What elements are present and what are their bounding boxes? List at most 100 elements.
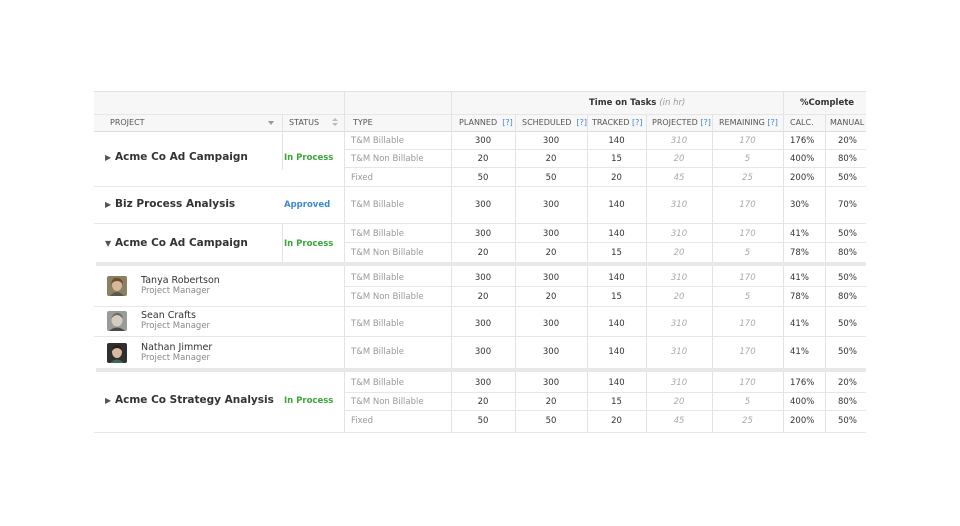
cell-scheduled: 50 bbox=[545, 416, 557, 426]
scheduled-help-link[interactable]: [?] bbox=[577, 118, 588, 127]
column-header-scheduled[interactable]: SCHEDULED [?] bbox=[522, 118, 587, 128]
column-header-calc[interactable]: CALC. bbox=[790, 118, 814, 128]
cell-manual: 80% bbox=[838, 248, 857, 258]
cell-projected: 310 bbox=[670, 378, 688, 388]
caret-right-icon[interactable]: ▶ bbox=[105, 394, 115, 408]
person-role: Project Manager bbox=[141, 353, 211, 363]
person-role: Project Manager bbox=[141, 286, 211, 296]
cell-projected: 20 bbox=[673, 248, 685, 258]
cell-remaining: 5 bbox=[744, 397, 751, 407]
percent-complete-header: %Complete bbox=[800, 98, 855, 108]
cell-type: T&M Billable bbox=[351, 136, 404, 146]
status-badge: In Process bbox=[284, 153, 334, 163]
cell-type: T&M Billable bbox=[351, 378, 404, 388]
column-header-status[interactable]: STATUS bbox=[289, 118, 319, 128]
person-role: Project Manager bbox=[141, 321, 211, 331]
cell-remaining: 25 bbox=[742, 173, 753, 183]
cell-tracked: 140 bbox=[608, 136, 625, 146]
status-badge: Approved bbox=[284, 200, 331, 210]
remaining-help-link[interactable]: [?] bbox=[767, 118, 778, 127]
cell-tracked: 20 bbox=[611, 416, 622, 426]
column-header-tracked[interactable]: TRACKED [?] bbox=[592, 118, 643, 128]
cell-remaining: 5 bbox=[744, 154, 751, 164]
project-row-toggle[interactable]: ▶ Biz Process Analysis bbox=[105, 197, 235, 212]
project-row-toggle[interactable]: ▶ Acme Co Strategy Analysis bbox=[105, 393, 274, 408]
cell-manual: 50% bbox=[838, 173, 857, 183]
cell-calc: 41% bbox=[790, 229, 809, 239]
cell-projected: 310 bbox=[670, 200, 688, 210]
cell-projected: 310 bbox=[670, 229, 688, 239]
cell-tracked: 20 bbox=[611, 173, 622, 183]
cell-planned: 300 bbox=[474, 200, 492, 210]
cell-manual: 50% bbox=[838, 229, 857, 239]
cell-projected: 20 bbox=[673, 397, 685, 407]
cell-planned: 20 bbox=[477, 248, 489, 258]
project-row-toggle[interactable]: ▼ Acme Co Ad Campaign bbox=[105, 236, 248, 251]
cell-scheduled: 300 bbox=[542, 229, 560, 239]
cell-type: T&M Billable bbox=[351, 273, 404, 283]
cell-scheduled: 300 bbox=[542, 200, 560, 210]
cell-planned: 50 bbox=[477, 416, 489, 426]
cell-tracked: 140 bbox=[608, 378, 625, 388]
cell-manual: 50% bbox=[838, 273, 857, 283]
caret-right-icon[interactable]: ▶ bbox=[105, 151, 115, 165]
cell-calc: 400% bbox=[790, 154, 815, 164]
cell-type: T&M Billable bbox=[351, 347, 404, 357]
column-header-remaining[interactable]: REMAINING [?] bbox=[719, 118, 778, 128]
project-row-toggle[interactable]: ▶ Acme Co Ad Campaign bbox=[105, 150, 248, 165]
cell-planned: 300 bbox=[474, 319, 492, 329]
cell-projected: 310 bbox=[670, 347, 688, 357]
header-group-row bbox=[94, 91, 866, 114]
cell-type: Fixed bbox=[351, 416, 374, 426]
cell-manual: 80% bbox=[838, 154, 857, 164]
cell-projected: 20 bbox=[673, 154, 685, 164]
cell-remaining: 170 bbox=[739, 378, 756, 388]
cell-type: T&M Non Billable bbox=[351, 248, 424, 258]
cell-calc: 41% bbox=[790, 347, 809, 357]
cell-tracked: 140 bbox=[608, 229, 625, 239]
cell-planned: 300 bbox=[474, 273, 492, 283]
project-name: Acme Co Ad Campaign bbox=[115, 237, 248, 249]
cell-projected: 45 bbox=[673, 416, 685, 426]
cell-scheduled: 50 bbox=[545, 173, 557, 183]
tracked-help-link[interactable]: [?] bbox=[632, 118, 643, 127]
cell-planned: 300 bbox=[474, 347, 492, 357]
cell-calc: 78% bbox=[790, 292, 809, 302]
cell-type: T&M Billable bbox=[351, 200, 404, 210]
cell-remaining: 5 bbox=[744, 292, 751, 302]
planned-help-link[interactable]: [?] bbox=[502, 118, 513, 127]
cell-scheduled: 300 bbox=[542, 136, 560, 146]
column-header-type[interactable]: TYPE bbox=[353, 118, 373, 128]
cell-projected: 20 bbox=[673, 292, 685, 302]
sort-icon[interactable] bbox=[332, 118, 339, 127]
cell-planned: 20 bbox=[477, 397, 489, 407]
cell-projected: 310 bbox=[670, 136, 688, 146]
cell-remaining: 170 bbox=[739, 347, 756, 357]
cell-scheduled: 300 bbox=[542, 319, 560, 329]
cell-manual: 50% bbox=[838, 347, 857, 357]
cell-type: T&M Billable bbox=[351, 319, 404, 329]
cell-manual: 80% bbox=[838, 397, 857, 407]
cell-calc: 400% bbox=[790, 397, 815, 407]
dropdown-arrow-icon[interactable] bbox=[268, 121, 274, 125]
column-header-project[interactable]: PROJECT bbox=[110, 118, 145, 128]
projected-help-link[interactable]: [?] bbox=[700, 118, 711, 127]
cell-projected: 310 bbox=[670, 273, 688, 283]
project-name: Acme Co Ad Campaign bbox=[115, 151, 248, 163]
cell-tracked: 15 bbox=[611, 248, 622, 258]
cell-manual: 20% bbox=[838, 378, 857, 388]
cell-manual: 50% bbox=[838, 416, 857, 426]
cell-calc: 200% bbox=[790, 173, 815, 183]
cell-projected: 45 bbox=[673, 173, 685, 183]
caret-down-icon[interactable]: ▼ bbox=[105, 237, 115, 251]
caret-right-icon[interactable]: ▶ bbox=[105, 198, 115, 212]
column-header-projected[interactable]: PROJECTED [?] bbox=[652, 118, 711, 128]
cell-type: T&M Billable bbox=[351, 229, 404, 239]
project-time-grid: Time on Tasks (in hr) %Complete PROJECT … bbox=[94, 91, 866, 433]
cell-tracked: 15 bbox=[611, 154, 622, 164]
cell-type: T&M Non Billable bbox=[351, 292, 424, 302]
column-header-manual[interactable]: MANUAL bbox=[830, 118, 864, 128]
cell-planned: 50 bbox=[477, 173, 489, 183]
cell-calc: 30% bbox=[790, 200, 809, 210]
column-header-planned[interactable]: PLANNED [?] bbox=[459, 118, 513, 128]
